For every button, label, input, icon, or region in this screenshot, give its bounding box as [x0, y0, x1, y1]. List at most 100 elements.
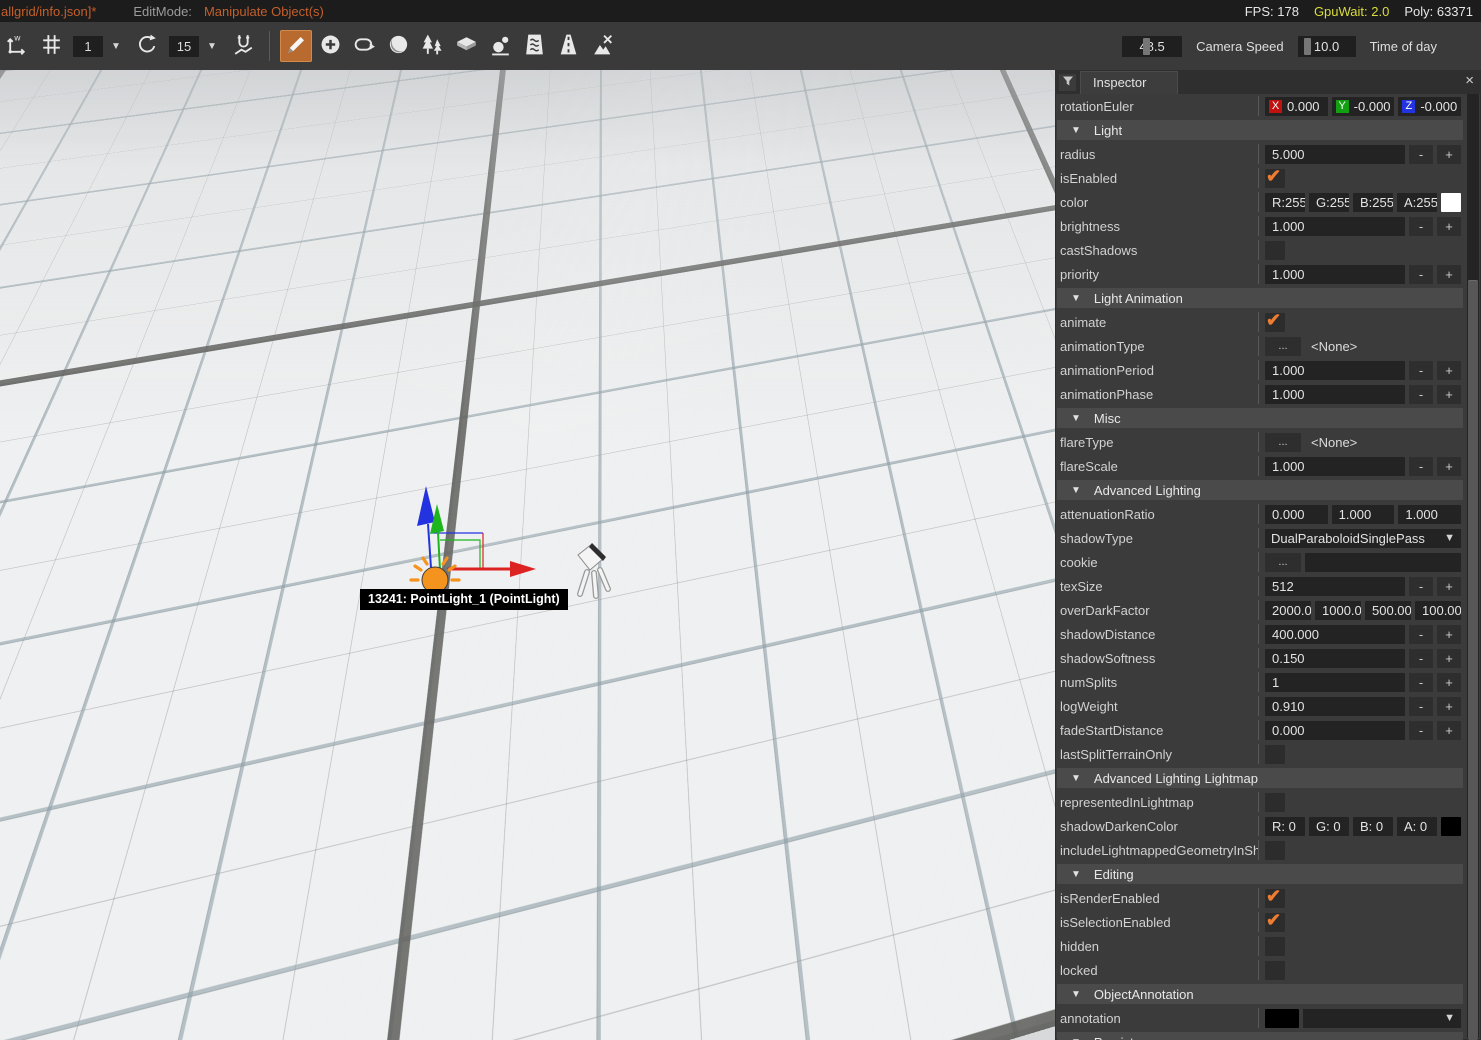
translate-snap-input[interactable]: 1 [73, 35, 103, 57]
tab-inspector[interactable]: Inspector [1080, 70, 1179, 94]
section-light-animation[interactable]: ▼ Light Animation [1057, 288, 1463, 308]
shadow-darken-color-swatch[interactable] [1441, 816, 1461, 836]
decrement-button[interactable]: - [1409, 144, 1433, 164]
shadow-darken-g-input[interactable]: G: 0 [1309, 816, 1349, 836]
translate-tool-button[interactable]: w [1, 30, 33, 62]
increment-button[interactable]: + [1437, 576, 1461, 596]
camera-speed-slider-handle[interactable] [1143, 37, 1151, 55]
particles-tool-button[interactable] [484, 30, 516, 62]
flare-type-browse-button[interactable]: ... [1265, 432, 1301, 452]
cookie-browse-button[interactable]: ... [1265, 552, 1301, 572]
section-object-annotation[interactable]: ▼ ObjectAnnotation [1057, 984, 1463, 1004]
annotation-dropdown[interactable]: ▼ [1303, 1008, 1461, 1028]
rotate-snap-input[interactable]: 15 [169, 35, 199, 57]
rotate-snap-dropdown[interactable]: ▼ [202, 36, 222, 57]
transform-gizmo[interactable] [340, 470, 660, 690]
radius-input[interactable]: 5.000 [1265, 144, 1405, 164]
over-dark-input-1[interactable]: 2000.00 [1265, 600, 1311, 620]
section-misc[interactable]: ▼ Misc [1057, 408, 1463, 428]
decrement-button[interactable]: - [1409, 624, 1433, 644]
decrement-button[interactable]: - [1409, 216, 1433, 236]
increment-button[interactable]: + [1437, 264, 1461, 284]
decrement-button[interactable]: - [1409, 384, 1433, 404]
section-editing[interactable]: ▼ Editing [1057, 864, 1463, 884]
rotation-x-input[interactable]: X 0.000 [1265, 96, 1328, 116]
gizmo-green-axis[interactable] [430, 504, 481, 571]
increment-button[interactable]: + [1437, 456, 1461, 476]
decrement-button[interactable]: - [1409, 576, 1433, 596]
sphere-tool-button[interactable] [382, 30, 414, 62]
decrement-button[interactable]: - [1409, 360, 1433, 380]
attenuation-input-1[interactable]: 0.000 [1265, 504, 1328, 524]
is-render-enabled-checkbox[interactable]: ✔ [1265, 886, 1285, 908]
filter-button[interactable] [1059, 73, 1076, 91]
color-b-input[interactable]: B:255 [1353, 192, 1393, 212]
shadow-darken-b-input[interactable]: B: 0 [1353, 816, 1393, 836]
is-enabled-checkbox[interactable]: ✔ [1265, 166, 1285, 188]
brightness-input[interactable]: 1.000 [1265, 216, 1405, 236]
add-object-button[interactable] [314, 30, 346, 62]
decrement-button[interactable]: - [1409, 720, 1433, 740]
increment-button[interactable]: + [1437, 696, 1461, 716]
scrollbar-thumb[interactable] [1468, 280, 1478, 1040]
hidden-checkbox[interactable] [1265, 936, 1285, 956]
priority-input[interactable]: 1.000 [1265, 264, 1405, 284]
shadow-softness-input[interactable]: 0.150 [1265, 648, 1405, 668]
is-selection-enabled-checkbox[interactable]: ✔ [1265, 910, 1285, 932]
section-persistence[interactable]: ▼ Persistence [1057, 1032, 1463, 1040]
snap-to-grid-button[interactable] [35, 30, 67, 62]
decrement-button[interactable]: - [1409, 696, 1433, 716]
increment-button[interactable]: + [1437, 360, 1461, 380]
over-dark-input-3[interactable]: 500.00 [1365, 600, 1411, 620]
close-icon[interactable]: × [1465, 73, 1474, 89]
num-splits-input[interactable]: 1 [1265, 672, 1405, 692]
camera-speed-slider[interactable]: 48.5 [1122, 35, 1183, 57]
shadow-darken-a-input[interactable]: A: 0 [1397, 816, 1437, 836]
terrain-tools-button[interactable] [586, 30, 618, 62]
include-lightmapped-geometry-checkbox[interactable] [1265, 840, 1285, 860]
mesh-tool-button[interactable] [450, 30, 482, 62]
decrement-button[interactable]: - [1409, 264, 1433, 284]
inspector-scrollbar[interactable] [1467, 94, 1479, 1040]
increment-button[interactable]: + [1437, 648, 1461, 668]
locked-checkbox[interactable] [1265, 960, 1285, 980]
spot-light-icon[interactable] [577, 543, 611, 599]
time-of-day-slider[interactable]: 10.0 [1297, 35, 1356, 57]
shadow-darken-r-input[interactable]: R: 0 [1265, 816, 1305, 836]
represented-in-lightmap-checkbox[interactable] [1265, 792, 1285, 812]
section-advanced-lighting-lightmap[interactable]: ▼ Advanced Lighting Lightmap [1057, 768, 1463, 788]
cast-shadows-checkbox[interactable] [1265, 240, 1285, 260]
annotation-color-swatch[interactable] [1265, 1008, 1299, 1028]
animate-checkbox[interactable]: ✔ [1265, 310, 1285, 332]
decrement-button[interactable]: - [1409, 672, 1433, 692]
fade-start-distance-input[interactable]: 0.000 [1265, 720, 1405, 740]
log-weight-input[interactable]: 0.910 [1265, 696, 1405, 716]
flare-scale-input[interactable]: 1.000 [1265, 456, 1405, 476]
increment-button[interactable]: + [1437, 672, 1461, 692]
river-tool-button[interactable] [518, 30, 550, 62]
tex-size-input[interactable]: 512 [1265, 576, 1405, 596]
drop-to-ground-button[interactable] [227, 30, 259, 62]
forest-tool-button[interactable] [416, 30, 448, 62]
translate-snap-dropdown[interactable]: ▼ [106, 36, 126, 57]
rotation-y-input[interactable]: Y -0.000 [1331, 96, 1395, 116]
increment-button[interactable]: + [1437, 720, 1461, 740]
color-swatch[interactable] [1441, 192, 1461, 212]
rotate-snap-button[interactable] [131, 30, 163, 62]
decrement-button[interactable]: - [1409, 456, 1433, 476]
animation-type-browse-button[interactable]: ... [1265, 336, 1301, 356]
animation-phase-input[interactable]: 1.000 [1265, 384, 1405, 404]
gizmo-blue-axis[interactable] [417, 486, 483, 569]
shadow-type-dropdown[interactable]: DualParaboloidSinglePass ▼ [1265, 528, 1461, 548]
last-split-terrain-only-checkbox[interactable] [1265, 744, 1285, 764]
shadow-distance-input[interactable]: 400.000 [1265, 624, 1405, 644]
color-a-input[interactable]: A:255 [1397, 192, 1437, 212]
time-of-day-slider-handle[interactable] [1303, 37, 1311, 55]
increment-button[interactable]: + [1437, 216, 1461, 236]
spline-tool-button[interactable] [348, 30, 380, 62]
over-dark-input-2[interactable]: 1000.00 [1315, 600, 1361, 620]
decrement-button[interactable]: - [1409, 648, 1433, 668]
section-advanced-lighting[interactable]: ▼ Advanced Lighting [1057, 480, 1463, 500]
increment-button[interactable]: + [1437, 384, 1461, 404]
color-g-input[interactable]: G:255 [1309, 192, 1349, 212]
